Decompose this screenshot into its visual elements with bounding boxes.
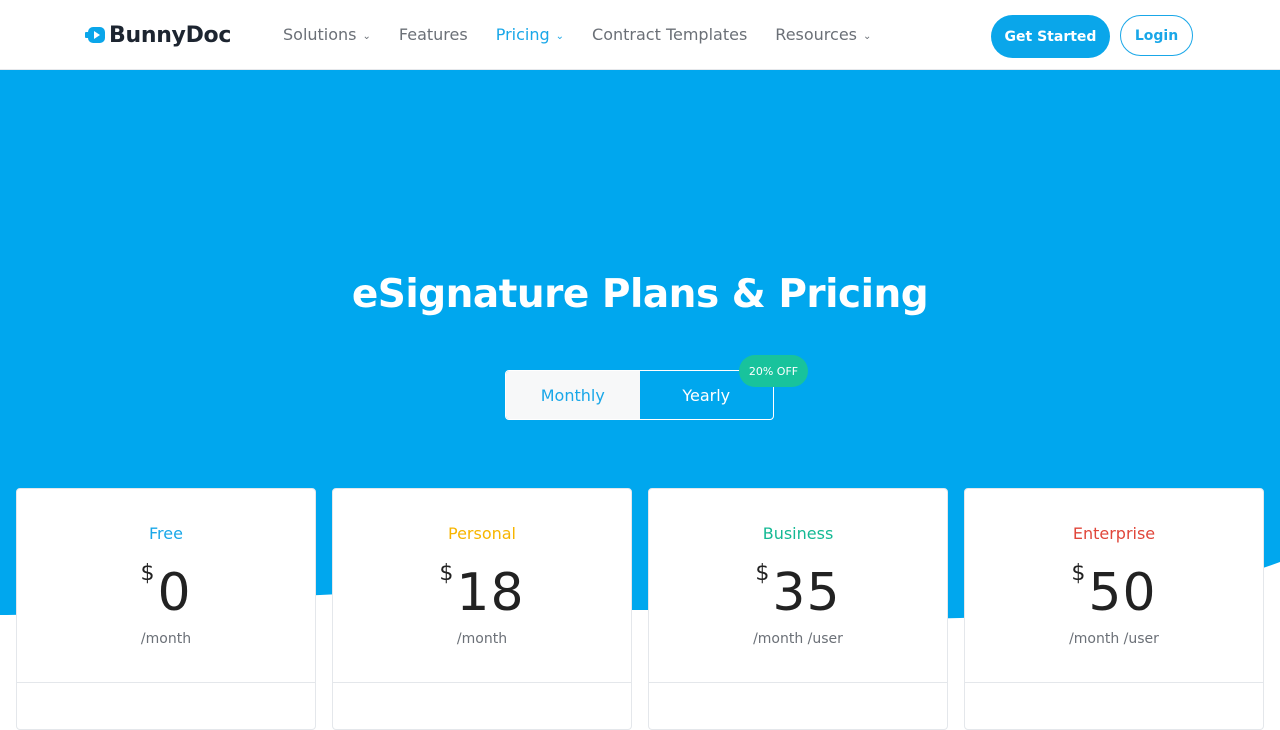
nav-item-solutions[interactable]: Solutions ⌄ [283, 25, 371, 44]
plan-card-business: Business $35 /month /user [648, 488, 948, 730]
plan-card-enterprise: Enterprise $50 /month /user [964, 488, 1264, 730]
card-divider [649, 682, 947, 683]
plan-price: $18 [333, 557, 631, 619]
card-divider [333, 682, 631, 683]
billing-period: /month [456, 631, 508, 647]
billing-period: /month [140, 631, 192, 647]
discount-badge: 20% OFF [739, 355, 808, 387]
top-navbar: BunnyDoc Solutions ⌄ Features Pricing ⌄ … [0, 0, 1280, 70]
get-started-button[interactable]: Get Started [991, 15, 1110, 58]
plan-name: Enterprise [1072, 524, 1156, 543]
plan-price: $0 [17, 557, 315, 619]
nav-item-pricing[interactable]: Pricing ⌄ [496, 25, 564, 44]
bunnydoc-logo-icon [85, 27, 105, 43]
chevron-down-icon: ⌄ [863, 30, 872, 42]
plan-name: Personal [447, 524, 516, 543]
nav-item-label: Features [398, 25, 468, 44]
price-amount: 0 [157, 563, 192, 623]
billing-toggle: Monthly Yearly [505, 370, 774, 420]
nav-item-resources[interactable]: Resources ⌄ [775, 25, 871, 44]
card-divider [17, 682, 315, 683]
monthly-option[interactable]: Monthly [506, 371, 640, 419]
plan-card-free: Free $0 /month [16, 488, 316, 730]
chevron-down-icon: ⌄ [555, 30, 565, 42]
nav-item-contract-templates[interactable]: Contract Templates [592, 25, 747, 44]
plan-price: $35 [649, 557, 947, 619]
plan-card-personal: Personal $18 /month [332, 488, 632, 730]
price-amount: 35 [772, 563, 841, 623]
card-divider [965, 682, 1263, 683]
page-title: eSignature Plans & Pricing [351, 272, 929, 317]
price-amount: 50 [1088, 563, 1157, 623]
currency-symbol: $ [140, 561, 155, 586]
currency-symbol: $ [439, 561, 454, 586]
main-menu: Solutions ⌄ Features Pricing ⌄ Contract … [283, 0, 899, 69]
plan-price: $50 [965, 557, 1263, 619]
chevron-down-icon: ⌄ [362, 30, 371, 42]
plan-name: Free [149, 524, 183, 543]
currency-symbol: $ [1071, 561, 1086, 586]
bunnydoc-logo[interactable]: BunnyDoc [85, 20, 231, 50]
nav-item-label: Pricing [495, 25, 550, 44]
nav-item-features[interactable]: Features [399, 25, 468, 44]
login-button[interactable]: Login [1120, 15, 1193, 56]
brand-name: BunnyDoc [109, 22, 232, 48]
nav-item-label: Contract Templates [592, 25, 748, 44]
nav-item-label: Solutions [283, 25, 357, 44]
nav-item-label: Resources [775, 25, 858, 44]
billing-period: /month /user [1069, 631, 1159, 647]
plan-name: Business [762, 524, 834, 543]
billing-period: /month /user [753, 631, 843, 647]
currency-symbol: $ [755, 561, 770, 586]
price-amount: 18 [456, 563, 525, 623]
